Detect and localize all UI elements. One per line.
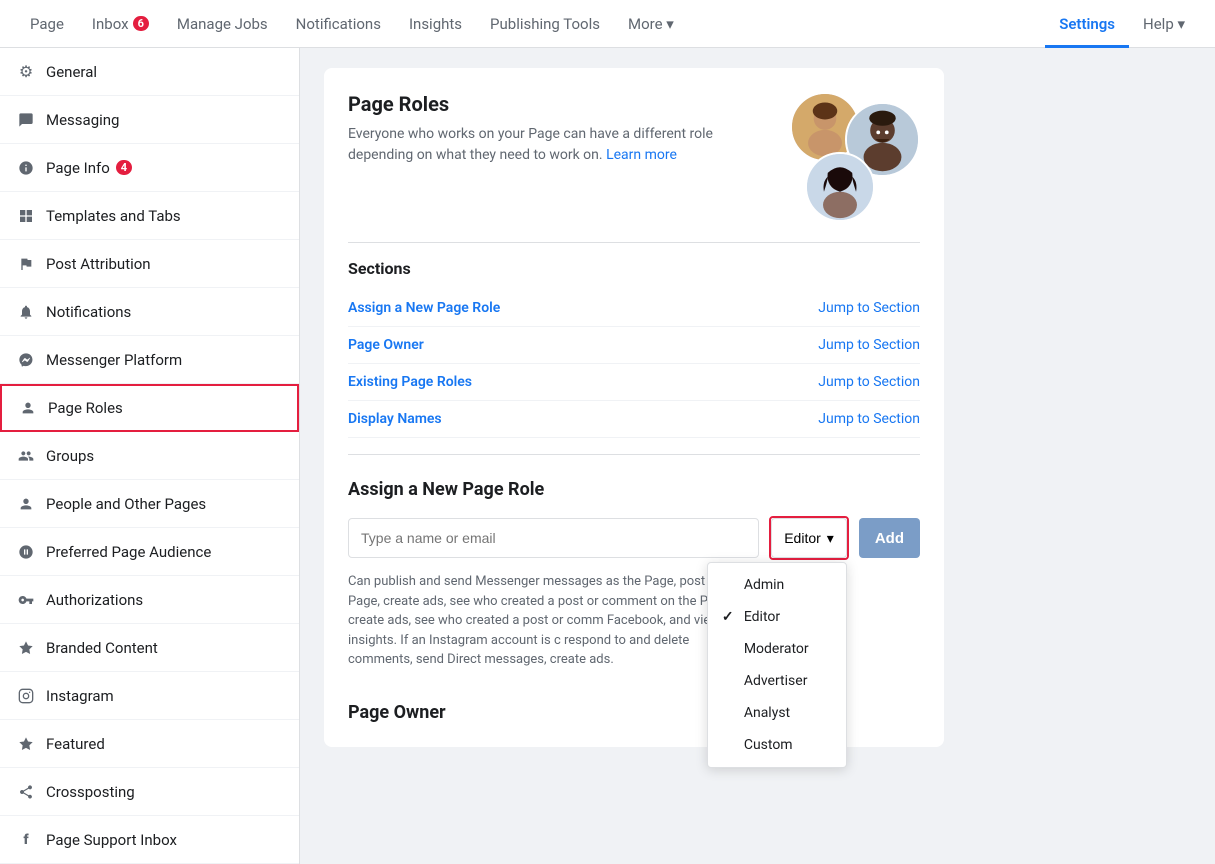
page-info-badge: 4 (116, 160, 132, 175)
sidebar-item-people-other-pages[interactable]: People and Other Pages (0, 480, 299, 528)
section-link-existing[interactable]: Existing Page Roles (348, 374, 472, 390)
section-row-assign: Assign a New Page Role Jump to Section (348, 290, 920, 327)
section-link-assign[interactable]: Assign a New Page Role (348, 300, 500, 316)
sidebar-item-groups[interactable]: Groups (0, 432, 299, 480)
flag-icon (16, 254, 36, 274)
inbox-badge: 6 (133, 16, 149, 31)
role-option-analyst[interactable]: Analyst (708, 697, 846, 729)
role-selected-label: Editor (784, 530, 821, 546)
learn-more-link[interactable]: Learn more (606, 147, 677, 163)
sidebar-item-featured[interactable]: Featured (0, 720, 299, 768)
nav-item-help[interactable]: Help ▾ (1129, 0, 1199, 48)
jump-to-assign[interactable]: Jump to Section (818, 300, 920, 316)
jump-to-display-names[interactable]: Jump to Section (818, 411, 920, 427)
role-dropdown-menu: Admin Editor Moderator Advertiser (707, 562, 847, 768)
sidebar: General Messaging Page Info 4 Templates … (0, 48, 300, 864)
sidebar-item-page-support-inbox[interactable]: f Page Support Inbox (0, 816, 299, 864)
main-layout: General Messaging Page Info 4 Templates … (0, 48, 1215, 864)
chat-icon (16, 110, 36, 130)
sidebar-item-templates-tabs[interactable]: Templates and Tabs (0, 192, 299, 240)
person-icon (18, 398, 38, 418)
sidebar-item-preferred-audience[interactable]: Preferred Page Audience (0, 528, 299, 576)
chevron-down-icon: ▾ (827, 530, 834, 547)
instagram-icon (16, 686, 36, 706)
star-icon (16, 734, 36, 754)
people-icon (16, 494, 36, 514)
section-link-display-names[interactable]: Display Names (348, 411, 442, 427)
nav-items-left: Page Inbox 6 Manage Jobs Notifications I… (16, 0, 1045, 48)
sidebar-item-page-roles[interactable]: Page Roles (0, 384, 299, 432)
info-icon (16, 158, 36, 178)
jump-to-existing[interactable]: Jump to Section (818, 374, 920, 390)
sidebar-item-notifications[interactable]: Notifications (0, 288, 299, 336)
brand-icon (16, 638, 36, 658)
sections-title: Sections (348, 259, 920, 278)
sidebar-item-crossposting[interactable]: Crossposting (0, 768, 299, 816)
sidebar-item-authorizations[interactable]: Authorizations (0, 576, 299, 624)
page-roles-info: Page Roles Everyone who works on your Pa… (348, 92, 728, 166)
divider-1 (348, 242, 920, 243)
avatar-3 (805, 152, 875, 222)
sidebar-item-messaging[interactable]: Messaging (0, 96, 299, 144)
role-selector-button[interactable]: Editor ▾ (771, 518, 847, 558)
nav-item-settings[interactable]: Settings (1045, 0, 1129, 48)
sidebar-item-general[interactable]: General (0, 48, 299, 96)
section-row-existing: Existing Page Roles Jump to Section (348, 364, 920, 401)
add-role-button[interactable]: Add (859, 518, 920, 558)
assign-description: Can publish and send Messenger messages … (348, 572, 748, 670)
fb-icon: f (16, 830, 36, 850)
nav-item-inbox[interactable]: Inbox 6 (78, 0, 163, 48)
groups-icon (16, 446, 36, 466)
sidebar-item-messenger-platform[interactable]: Messenger Platform (0, 336, 299, 384)
jump-to-page-owner[interactable]: Jump to Section (818, 337, 920, 353)
crosspost-icon (16, 782, 36, 802)
role-option-moderator[interactable]: Moderator (708, 633, 846, 665)
section-row-page-owner: Page Owner Jump to Section (348, 327, 920, 364)
assign-row: Editor ▾ Admin Editor Moderator (348, 516, 920, 560)
nav-item-more[interactable]: More ▾ (614, 0, 688, 48)
grid-icon (16, 206, 36, 226)
messenger-icon (16, 350, 36, 370)
nav-item-insights[interactable]: Insights (395, 0, 476, 48)
role-dropdown-wrapper: Editor ▾ Admin Editor Moderator (769, 516, 849, 560)
avatar-cluster (790, 92, 920, 222)
page-roles-header: Page Roles Everyone who works on your Pa… (348, 92, 920, 222)
audience-icon (16, 542, 36, 562)
top-navigation: Page Inbox 6 Manage Jobs Notifications I… (0, 0, 1215, 48)
sidebar-item-instagram[interactable]: Instagram (0, 672, 299, 720)
nav-item-page[interactable]: Page (16, 0, 78, 48)
gear-icon (16, 62, 36, 82)
role-option-custom[interactable]: Custom (708, 729, 846, 761)
section-link-page-owner[interactable]: Page Owner (348, 337, 424, 353)
main-content: Page Roles Everyone who works on your Pa… (300, 48, 1215, 864)
nav-item-notifications[interactable]: Notifications (282, 0, 395, 48)
assign-title: Assign a New Page Role (348, 479, 920, 500)
sidebar-item-branded-content[interactable]: Branded Content (0, 624, 299, 672)
section-row-display-names: Display Names Jump to Section (348, 401, 920, 438)
page-roles-title: Page Roles (348, 92, 728, 116)
sidebar-item-post-attribution[interactable]: Post Attribution (0, 240, 299, 288)
divider-2 (348, 454, 920, 455)
page-roles-description: Everyone who works on your Page can have… (348, 124, 728, 166)
email-input[interactable] (348, 518, 759, 558)
nav-item-publishing-tools[interactable]: Publishing Tools (476, 0, 614, 48)
bell-icon (16, 302, 36, 322)
sidebar-item-page-info[interactable]: Page Info 4 (0, 144, 299, 192)
key-icon (16, 590, 36, 610)
role-selector: Editor ▾ Admin Editor Moderator (771, 518, 847, 558)
role-option-editor[interactable]: Editor (708, 601, 846, 633)
role-option-advertiser[interactable]: Advertiser (708, 665, 846, 697)
nav-item-manage-jobs[interactable]: Manage Jobs (163, 0, 282, 48)
role-option-admin[interactable]: Admin (708, 569, 846, 601)
page-roles-card: Page Roles Everyone who works on your Pa… (324, 68, 944, 747)
nav-items-right: Settings Help ▾ (1045, 0, 1199, 48)
